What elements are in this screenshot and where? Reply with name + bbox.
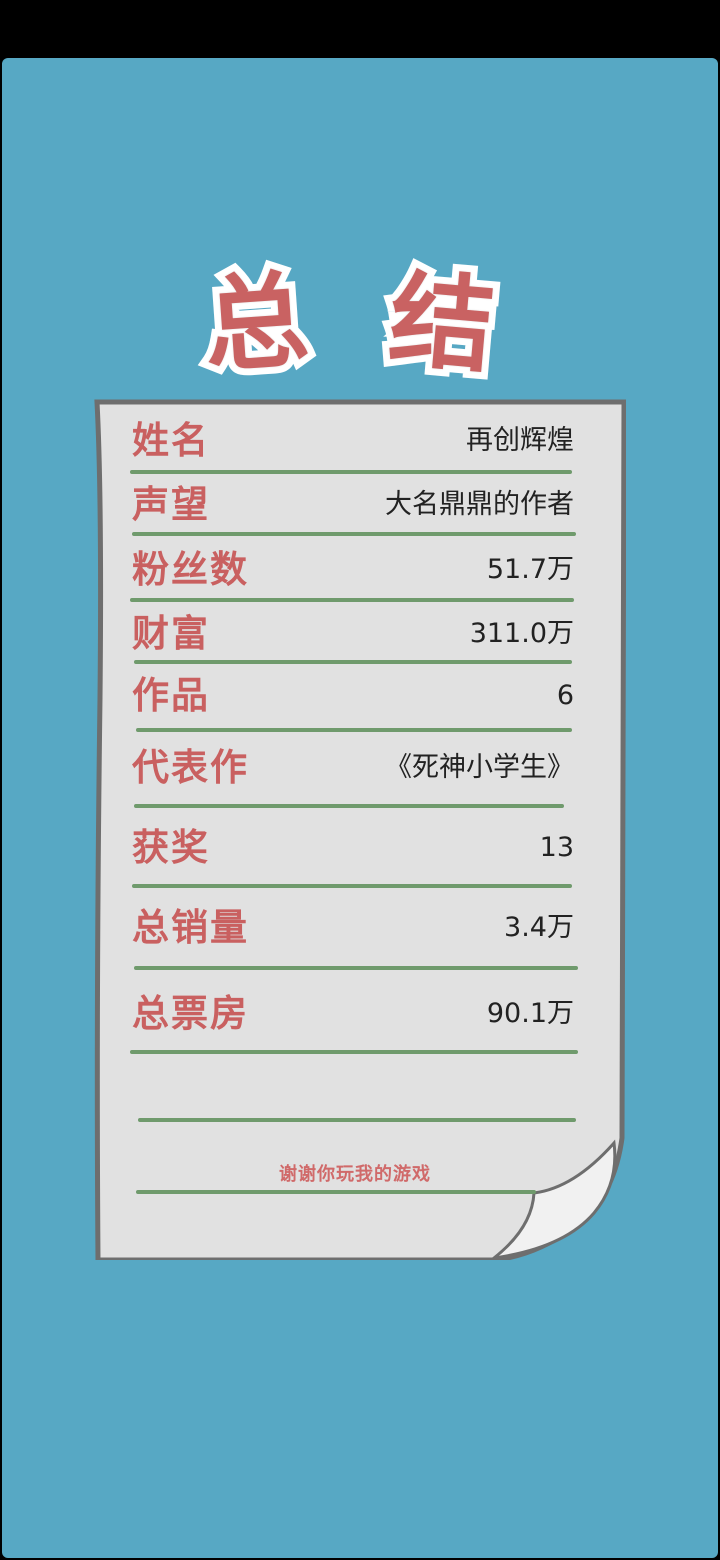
row-label: 粉丝数 <box>132 548 249 591</box>
divider <box>132 884 572 888</box>
status-bar <box>0 0 720 56</box>
row-value: 6 <box>556 680 574 711</box>
summary-title: 总 结 <box>190 250 530 398</box>
divider <box>136 728 572 732</box>
row-label: 代表作 <box>132 746 249 789</box>
divider <box>136 1190 536 1194</box>
row-label: 作品 <box>132 674 210 717</box>
row-label: 财富 <box>132 612 210 655</box>
divider <box>134 804 564 808</box>
row-value: 311.0万 <box>469 618 574 649</box>
title-char-2: 结 <box>378 250 506 396</box>
row-awards: 获奖 13 <box>128 820 578 876</box>
row-fans: 粉丝数 51.7万 <box>128 542 578 598</box>
divider <box>134 966 578 970</box>
divider <box>130 470 572 474</box>
row-value: 51.7万 <box>486 554 574 585</box>
row-label: 姓名 <box>132 419 210 462</box>
divider <box>132 532 576 536</box>
row-label: 声望 <box>132 483 210 526</box>
row-value: 大名鼎鼎的作者 <box>385 489 574 520</box>
row-value: 90.1万 <box>486 998 574 1029</box>
divider <box>130 1050 578 1054</box>
row-box-office: 总票房 90.1万 <box>128 986 578 1042</box>
row-label: 总销量 <box>132 906 249 949</box>
row-name: 姓名 再创辉煌 <box>128 413 578 469</box>
row-total-sales: 总销量 3.4万 <box>128 900 578 956</box>
row-reputation: 声望 大名鼎鼎的作者 <box>128 477 578 533</box>
row-masterpiece: 代表作 《死神小学生》 <box>128 740 578 796</box>
divider <box>138 1118 576 1122</box>
divider <box>130 598 574 602</box>
row-label: 总票房 <box>132 992 249 1035</box>
row-value: 13 <box>539 832 574 863</box>
row-works: 作品 6 <box>128 668 578 724</box>
row-value: 《死神小学生》 <box>385 752 574 783</box>
row-label: 获奖 <box>132 826 210 869</box>
row-value: 3.4万 <box>504 912 574 943</box>
thanks-message: 谢谢你玩我的游戏 <box>279 1164 431 1185</box>
divider <box>134 660 572 664</box>
row-wealth: 财富 311.0万 <box>128 606 578 662</box>
title-char-1: 总 <box>193 251 319 395</box>
row-value: 再创辉煌 <box>466 425 574 456</box>
